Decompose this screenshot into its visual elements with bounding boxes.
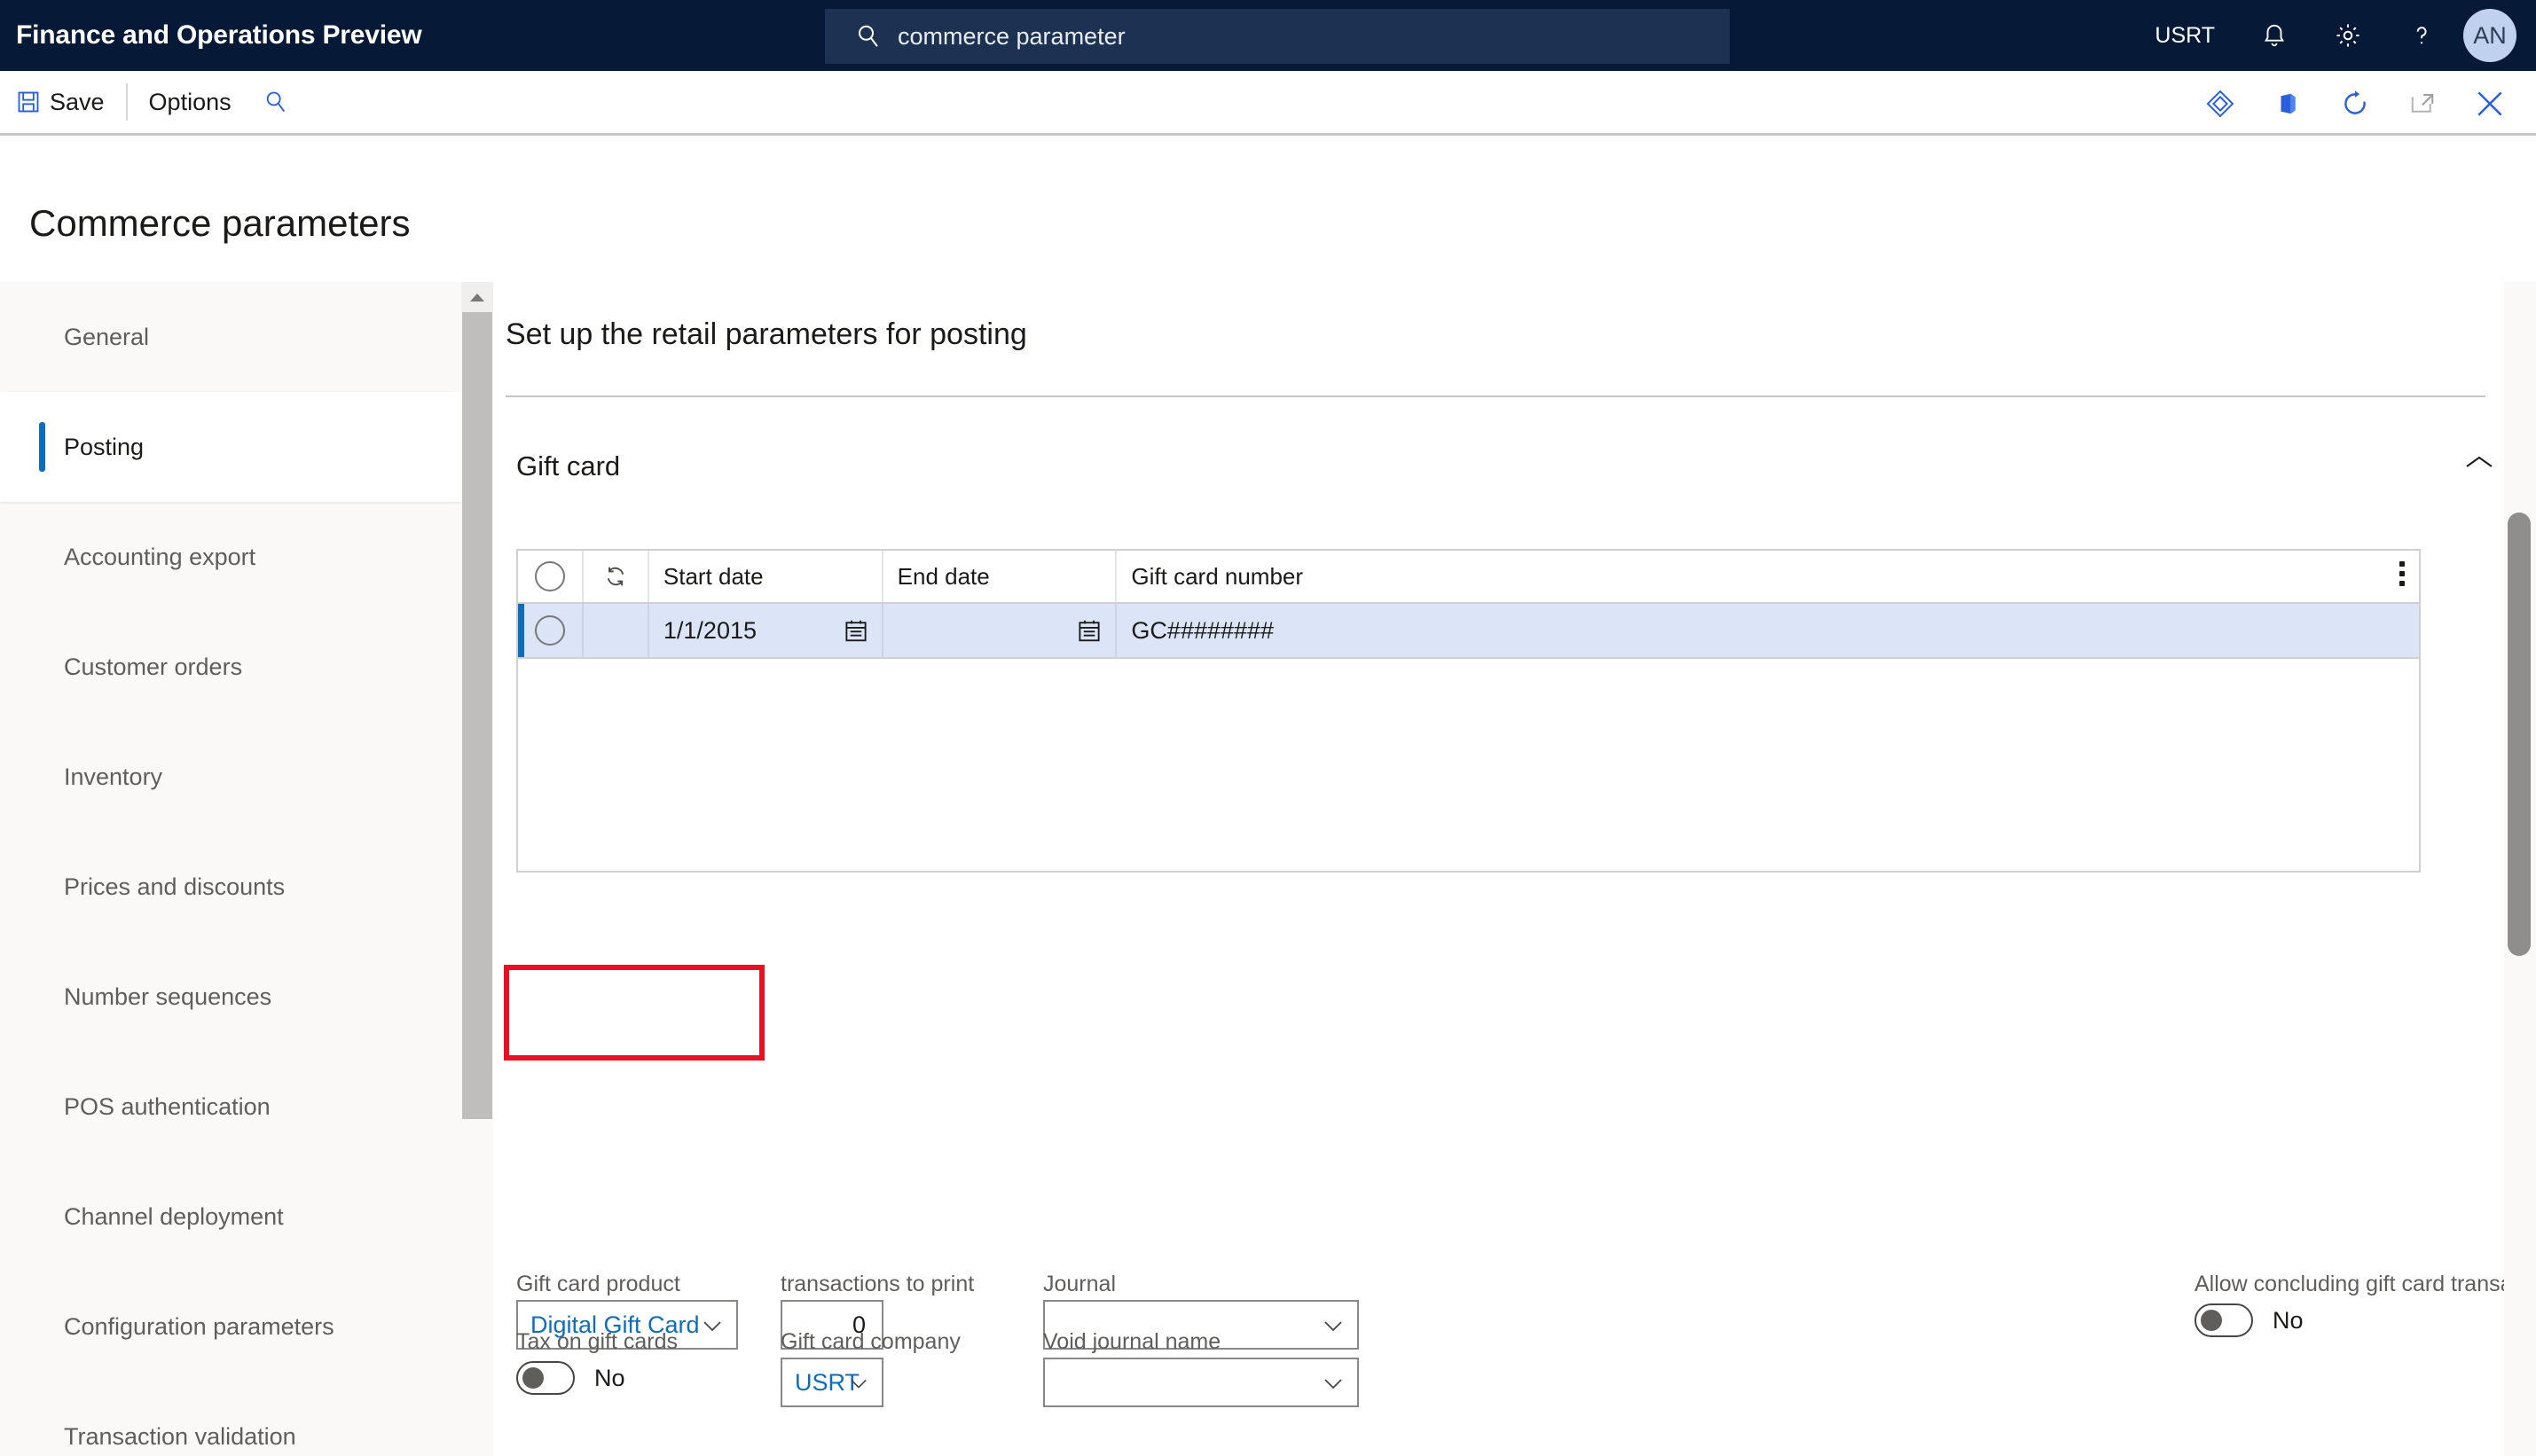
top-navigation-actions: USRT AN bbox=[2132, 0, 2536, 71]
sidebar-item-label: Accounting export bbox=[64, 543, 256, 570]
grid-header-row: Start date End date Gift card number bbox=[518, 551, 2419, 604]
sidebar-item-prices-and-discounts[interactable]: Prices and discounts bbox=[0, 832, 461, 942]
options-label: Options bbox=[148, 88, 232, 115]
sidebar-item-accounting-export[interactable]: Accounting export bbox=[0, 502, 461, 612]
save-label: Save bbox=[50, 88, 105, 115]
more-dot bbox=[2399, 571, 2405, 576]
toolbar-search-button[interactable] bbox=[247, 78, 304, 127]
gift-card-grid: Start date End date Gift card number 1/1… bbox=[516, 549, 2421, 873]
sidebar-item-transaction-validation[interactable]: Transaction validation bbox=[0, 1382, 461, 1456]
sidebar-item-label: Configuration parameters bbox=[64, 1312, 334, 1340]
select-all-header[interactable] bbox=[518, 551, 584, 602]
calendar-icon[interactable] bbox=[1076, 616, 1103, 651]
toggle-switch[interactable] bbox=[516, 1361, 575, 1395]
cell-gift-card-number[interactable]: GC######## bbox=[1117, 604, 2419, 657]
open-in-new-window-icon[interactable] bbox=[2389, 71, 2456, 136]
sidebar-item-label: General bbox=[64, 323, 150, 350]
app-title: Finance and Operations Preview bbox=[16, 20, 422, 50]
select-all-circle-icon[interactable] bbox=[534, 561, 565, 591]
label-journal: Journal bbox=[1043, 1272, 1116, 1296]
table-row[interactable]: 1/1/2015 GC######## bbox=[518, 604, 2419, 659]
close-icon[interactable] bbox=[2456, 71, 2524, 136]
more-vertical-icon[interactable] bbox=[2399, 561, 2405, 586]
sidebar-item-label: Customer orders bbox=[64, 653, 243, 680]
search-input[interactable]: commerce parameter bbox=[898, 23, 1126, 51]
chevron-down-icon[interactable] bbox=[1322, 1374, 1345, 1397]
office-icon[interactable] bbox=[2254, 71, 2321, 136]
bell-icon[interactable] bbox=[2238, 0, 2311, 71]
toggle-value: No bbox=[2273, 1306, 2304, 1334]
settings-sidebar: General Posting Accounting export Custom… bbox=[0, 282, 461, 1456]
sidebar-item-label: Transaction validation bbox=[64, 1422, 296, 1450]
global-search-box[interactable]: commerce parameter bbox=[825, 9, 1730, 64]
sidebar-item-label: Number sequences bbox=[64, 982, 272, 1010]
label-allow-concluding-gift-card: Allow concluding gift card transacti... bbox=[2194, 1272, 2536, 1296]
sidebar-item-pos-authentication[interactable]: POS authentication bbox=[0, 1052, 461, 1162]
gear-icon[interactable] bbox=[2311, 0, 2385, 71]
refresh-icon[interactable] bbox=[2321, 71, 2389, 136]
sidebar-item-posting[interactable]: Posting bbox=[0, 392, 461, 502]
sidebar-item-customer-orders[interactable]: Customer orders bbox=[0, 612, 461, 722]
search-icon bbox=[855, 23, 882, 50]
chevron-up-icon[interactable] bbox=[2461, 452, 2497, 488]
toolbar-right-actions bbox=[2187, 71, 2524, 136]
power-bi-icon[interactable] bbox=[2187, 71, 2254, 136]
toggle-value: No bbox=[594, 1364, 625, 1391]
sidebar-item-channel-deployment[interactable]: Channel deployment bbox=[0, 1162, 461, 1272]
row-select-cell[interactable] bbox=[518, 604, 584, 657]
top-navigation-bar: Finance and Operations Preview commerce … bbox=[0, 0, 2536, 71]
section-title-gift-card: Gift card bbox=[516, 450, 621, 481]
main-content-panel: Set up the retail parameters for posting… bbox=[493, 282, 2536, 1456]
more-dot bbox=[2399, 581, 2405, 586]
sidebar-item-label: Channel deployment bbox=[64, 1202, 284, 1230]
chevron-down-icon[interactable] bbox=[848, 1374, 869, 1397]
label-tax-on-gift-cards: Tax on gift cards bbox=[516, 1329, 679, 1354]
chevron-down-icon[interactable] bbox=[1322, 1316, 1345, 1340]
sidebar-scroll-up-arrow-icon[interactable] bbox=[461, 282, 493, 312]
page-title: Commerce parameters bbox=[29, 202, 411, 244]
sidebar-scrollbar-thumb[interactable] bbox=[462, 312, 492, 1119]
question-mark-icon[interactable] bbox=[2385, 0, 2458, 71]
refresh-column-header[interactable] bbox=[584, 551, 649, 602]
start-date-value: 1/1/2015 bbox=[663, 616, 757, 644]
label-gift-card-company: Gift card company bbox=[781, 1329, 961, 1354]
void-journal-name-dropdown[interactable] bbox=[1043, 1358, 1359, 1407]
sidebar-item-label: Inventory bbox=[64, 763, 163, 790]
toggle-switch[interactable] bbox=[2194, 1303, 2253, 1337]
toolbar-divider bbox=[125, 83, 128, 121]
chevron-down-icon[interactable] bbox=[701, 1316, 724, 1340]
label-void-journal-name: Void journal name bbox=[1043, 1329, 1221, 1354]
row-indicator-cell bbox=[584, 604, 649, 657]
main-heading: Set up the retail parameters for posting bbox=[506, 317, 1027, 351]
column-header-start-date[interactable]: Start date bbox=[649, 551, 883, 602]
more-dot bbox=[2399, 561, 2405, 567]
save-button[interactable]: Save bbox=[0, 78, 121, 127]
options-button[interactable]: Options bbox=[133, 78, 247, 127]
allow-concluding-gift-card-toggle[interactable]: No bbox=[2194, 1303, 2304, 1337]
cell-start-date[interactable]: 1/1/2015 bbox=[649, 604, 883, 657]
calendar-icon[interactable] bbox=[843, 616, 869, 651]
sidebar-item-label: Prices and discounts bbox=[64, 873, 286, 900]
sidebar-item-label: POS authentication bbox=[64, 1092, 271, 1120]
row-select-circle-icon[interactable] bbox=[534, 615, 565, 646]
sidebar-item-general[interactable]: General bbox=[0, 282, 461, 392]
action-toolbar: Save Options bbox=[0, 71, 2536, 136]
heading-divider bbox=[506, 395, 2485, 397]
sidebar-item-configuration-parameters[interactable]: Configuration parameters bbox=[0, 1272, 461, 1382]
company-selector[interactable]: USRT bbox=[2132, 0, 2238, 71]
main-scrollbar-thumb[interactable] bbox=[2508, 513, 2531, 956]
gift-card-company-dropdown[interactable]: USRT bbox=[781, 1358, 883, 1407]
cell-end-date[interactable] bbox=[883, 604, 1118, 657]
tax-on-gift-cards-toggle[interactable]: No bbox=[516, 1361, 625, 1395]
sidebar-item-number-sequences[interactable]: Number sequences bbox=[0, 942, 461, 1052]
sidebar-item-inventory[interactable]: Inventory bbox=[0, 722, 461, 832]
avatar[interactable]: AN bbox=[2463, 9, 2516, 62]
label-gift-card-product: Gift card product bbox=[516, 1272, 680, 1296]
label-transactions-to-print: transactions to print bbox=[781, 1272, 975, 1296]
column-header-gift-card-number[interactable]: Gift card number bbox=[1117, 551, 2419, 602]
column-header-end-date[interactable]: End date bbox=[883, 551, 1118, 602]
sidebar-item-label: Posting bbox=[64, 433, 145, 460]
